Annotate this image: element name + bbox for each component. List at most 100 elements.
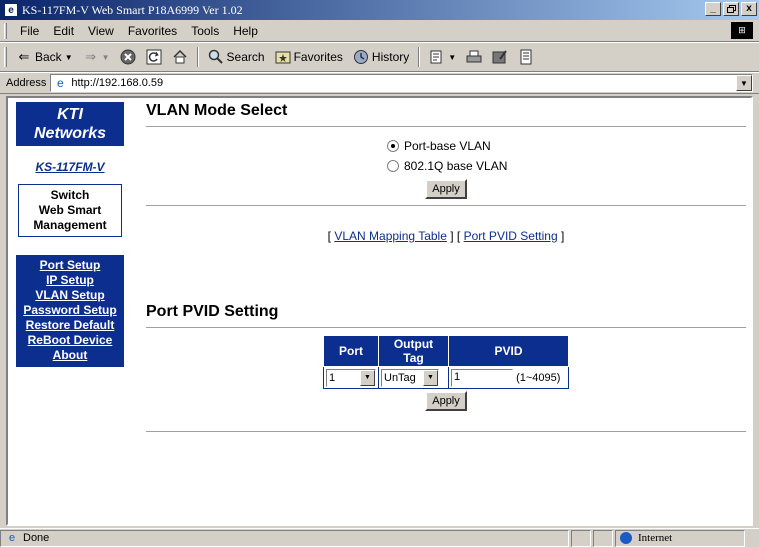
chevron-down-icon[interactable]: ▼ [448, 53, 456, 62]
nav-item-vlan-setup[interactable]: VLAN Setup [16, 288, 124, 303]
edit-button[interactable] [487, 46, 513, 68]
toolbar-grip [4, 22, 7, 39]
menu-view[interactable]: View [81, 24, 121, 38]
history-icon [353, 49, 369, 65]
stop-icon [120, 49, 136, 65]
nav-item-password-setup[interactable]: Password Setup [16, 303, 124, 318]
radio-port-base[interactable]: Port-base VLAN [387, 136, 746, 156]
divider [146, 327, 746, 329]
pvid-range-hint: (1~4095) [516, 371, 561, 384]
output-tag-select[interactable]: UnTag ▼ [381, 368, 439, 387]
page-viewport: KTI Networks KS-117FM-V Switch Web Smart… [6, 96, 753, 526]
nav-item-about[interactable]: About [16, 348, 124, 363]
port-select[interactable]: 1 ▼ [326, 368, 376, 387]
close-button[interactable]: x [741, 2, 757, 16]
standard-toolbar: ⇐ Back ▼ ⇒ ▼ Search Favorites History ▼ [0, 42, 759, 72]
address-label: Address [6, 77, 47, 89]
apply-vlan-mode-button[interactable]: Apply [425, 179, 467, 199]
nav-item-port-setup[interactable]: Port Setup [16, 258, 124, 273]
home-icon [172, 49, 188, 65]
column-header-output-tag: Output Tag [378, 335, 449, 367]
window-title: KS-117FM-V Web Smart P18A6999 Ver 1.02 [22, 2, 243, 17]
nav-menu: Port Setup IP Setup VLAN Setup Password … [16, 255, 124, 367]
pvid-input[interactable]: 1 [451, 368, 513, 387]
nav-item-restore-default[interactable]: Restore Default [16, 318, 124, 333]
pvid-setting-title: Port PVID Setting [146, 303, 279, 320]
discuss-icon [518, 49, 534, 65]
port-pvid-setting-link[interactable]: Port PVID Setting [464, 229, 558, 243]
toolbar-grip [4, 47, 7, 67]
minimize-button[interactable]: _ [705, 2, 721, 16]
column-header-port: Port [323, 335, 379, 367]
radio-label: Port-base VLAN [404, 139, 491, 153]
restore-button[interactable] [723, 2, 739, 16]
chevron-down-icon: ▼ [360, 369, 375, 386]
refresh-button[interactable] [141, 46, 167, 68]
back-label: Back [35, 50, 62, 64]
management-label: Switch Web Smart Management [18, 184, 122, 237]
menu-bar: File Edit View Favorites Tools Help ⊞ [0, 20, 759, 42]
menu-edit[interactable]: Edit [46, 24, 81, 38]
forward-button[interactable]: ⇒ ▼ [78, 46, 115, 68]
globe-icon [620, 532, 632, 544]
chevron-down-icon: ▼ [423, 369, 438, 386]
column-header-pvid: PVID [448, 335, 569, 367]
mail-icon [429, 49, 445, 65]
radio-button-checked[interactable] [387, 140, 399, 152]
apply-pvid-button[interactable]: Apply [425, 391, 467, 411]
search-button[interactable]: Search [203, 46, 270, 68]
page-icon: e [57, 76, 64, 90]
model-link[interactable]: KS-117FM-V [12, 160, 128, 174]
radio-8021q[interactable]: 802.1Q base VLAN [387, 156, 746, 176]
status-bar: e Done Internet [0, 528, 759, 547]
menu-tools[interactable]: Tools [184, 24, 226, 38]
security-zone: Internet [615, 529, 745, 547]
print-button[interactable] [461, 46, 487, 68]
search-label: Search [226, 50, 265, 64]
address-url: http://192.168.0.59 [71, 77, 164, 89]
divider [146, 126, 746, 128]
history-label: History [371, 50, 410, 64]
chevron-down-icon[interactable]: ▼ [102, 53, 110, 62]
vlan-mode-title: VLAN Mode Select [146, 102, 288, 119]
vlan-mapping-table-link[interactable]: VLAN Mapping Table [334, 229, 447, 243]
address-input[interactable]: e http://192.168.0.59 ▼ [50, 74, 753, 92]
table-row: 1 ▼ UnTag ▼ 1 (1~4095) [323, 366, 569, 389]
chevron-down-icon[interactable]: ▼ [65, 53, 73, 62]
toolbar-separator [196, 47, 199, 67]
divider [146, 431, 746, 433]
history-button[interactable]: History [348, 46, 414, 68]
vlan-mode-options: Port-base VLAN 802.1Q base VLAN [387, 136, 746, 176]
search-icon [208, 49, 224, 65]
printer-icon [466, 49, 482, 65]
chevron-down-icon[interactable]: ▼ [736, 75, 752, 91]
pvid-table: Port Output Tag PVID 1 ▼ UnTag ▼ 1 (1~40… [323, 335, 569, 389]
forward-arrow-icon: ⇒ [85, 49, 97, 64]
toolbar-separator [418, 47, 421, 67]
main-content: VLAN Mode Select Port-base VLAN 802.1Q b… [146, 102, 746, 433]
kti-networks-logo: KTI Networks [16, 102, 124, 146]
left-nav: KTI Networks KS-117FM-V Switch Web Smart… [12, 102, 128, 367]
browser-app-icon: e [4, 3, 18, 17]
favorites-button[interactable]: Favorites [270, 46, 348, 68]
address-bar: Address e http://192.168.0.59 ▼ [0, 72, 759, 94]
page-done-icon: e [8, 532, 16, 544]
stop-button[interactable] [115, 46, 141, 68]
nav-item-reboot-device[interactable]: ReBoot Device [16, 333, 124, 348]
back-button[interactable]: ⇐ Back ▼ [11, 46, 78, 68]
mail-button[interactable]: ▼ [424, 46, 461, 68]
windows-logo-icon: ⊞ [731, 22, 753, 39]
divider [146, 205, 746, 207]
radio-button[interactable] [387, 160, 399, 172]
link-row: [ VLAN Mapping Table ] [ Port PVID Setti… [327, 229, 565, 243]
menu-favorites[interactable]: Favorites [121, 24, 184, 38]
menu-file[interactable]: File [13, 24, 46, 38]
edit-icon [492, 49, 508, 65]
status-text: Done [23, 532, 50, 544]
menu-help[interactable]: Help [226, 24, 265, 38]
discuss-button[interactable] [513, 46, 539, 68]
home-button[interactable] [167, 46, 193, 68]
restore-icon [726, 5, 736, 13]
nav-item-ip-setup[interactable]: IP Setup [16, 273, 124, 288]
resize-grip[interactable] [745, 530, 759, 547]
